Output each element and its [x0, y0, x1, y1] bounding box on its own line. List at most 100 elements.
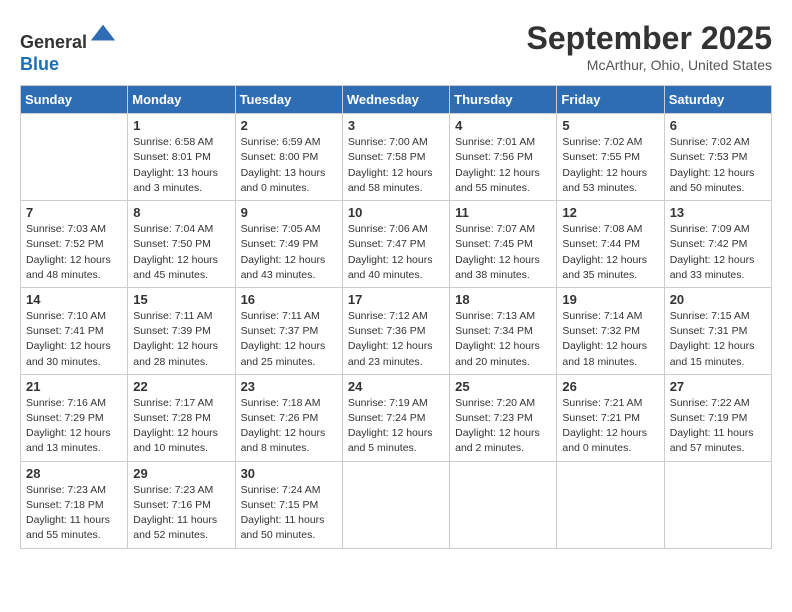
calendar-cell: 3 Sunrise: 7:00 AM Sunset: 7:58 PM Daylig… [342, 114, 449, 201]
calendar-week-row: 1 Sunrise: 6:58 AM Sunset: 8:01 PM Daylig… [21, 114, 772, 201]
day-number: 7 [26, 205, 122, 220]
day-info: Sunrise: 7:11 AM Sunset: 7:37 PM Dayligh… [241, 309, 337, 370]
weekday-header: Wednesday [342, 86, 449, 114]
day-number: 21 [26, 379, 122, 394]
calendar-cell: 13Sunrise: 7:09 AM Sunset: 7:42 PM Dayli… [664, 201, 771, 288]
calendar-cell: 5Sunrise: 7:02 AM Sunset: 7:55 PM Daylig… [557, 114, 664, 201]
day-info: Sunrise: 7:10 AM Sunset: 7:41 PM Dayligh… [26, 309, 122, 370]
day-info: Sunrise: 7:05 AM Sunset: 7:49 PM Dayligh… [241, 222, 337, 283]
calendar-cell: 11Sunrise: 7:07 AM Sunset: 7:45 PM Dayli… [450, 201, 557, 288]
day-info: Sunrise: 7:21 AM Sunset: 7:21 PM Dayligh… [562, 396, 658, 457]
day-info: Sunrise: 7:18 AM Sunset: 7:26 PM Dayligh… [241, 396, 337, 457]
day-number: 10 [348, 205, 444, 220]
day-info: Sunrise: 7:15 AM Sunset: 7:31 PM Dayligh… [670, 309, 766, 370]
day-info: Sunrise: 7:12 AM Sunset: 7:36 PM Dayligh… [348, 309, 444, 370]
day-number: 9 [241, 205, 337, 220]
logo-general: General [20, 32, 87, 52]
location: McArthur, Ohio, United States [527, 57, 772, 73]
calendar-cell: 21 Sunrise: 7:16 AM Sunset: 7:29 PM Dayli… [21, 374, 128, 461]
day-number: 19 [562, 292, 658, 307]
calendar-cell: 23 Sunrise: 7:18 AM Sunset: 7:26 PM Dayli… [235, 374, 342, 461]
day-number: 1 [133, 118, 229, 133]
calendar-cell: 19 Sunrise: 7:14 AM Sunset: 7:32 PM Dayli… [557, 287, 664, 374]
day-info: Sunrise: 7:01 AM Sunset: 7:56 PM Dayligh… [455, 135, 551, 196]
calendar-cell: 9 Sunrise: 7:05 AM Sunset: 7:49 PM Daylig… [235, 201, 342, 288]
calendar-cell: 18 Sunrise: 7:13 AM Sunset: 7:34 PM Dayli… [450, 287, 557, 374]
day-number: 15 [133, 292, 229, 307]
calendar-cell: 1 Sunrise: 6:58 AM Sunset: 8:01 PM Daylig… [128, 114, 235, 201]
calendar-cell: 14 Sunrise: 7:10 AM Sunset: 7:41 PM Dayli… [21, 287, 128, 374]
calendar-cell: 6Sunrise: 7:02 AM Sunset: 7:53 PM Daylig… [664, 114, 771, 201]
day-info: Sunrise: 7:16 AM Sunset: 7:29 PM Dayligh… [26, 396, 122, 457]
day-number: 29 [133, 466, 229, 481]
day-info: Sunrise: 7:22 AM Sunset: 7:19 PM Dayligh… [670, 396, 766, 457]
calendar-cell: 16 Sunrise: 7:11 AM Sunset: 7:37 PM Dayli… [235, 287, 342, 374]
day-number: 6 [670, 118, 766, 133]
calendar-cell: 29 Sunrise: 7:23 AM Sunset: 7:16 PM Dayli… [128, 461, 235, 548]
logo: General Blue [20, 20, 117, 75]
calendar-cell: 7 Sunrise: 7:03 AM Sunset: 7:52 PM Daylig… [21, 201, 128, 288]
day-info: Sunrise: 7:00 AM Sunset: 7:58 PM Dayligh… [348, 135, 444, 196]
calendar-cell: 12Sunrise: 7:08 AM Sunset: 7:44 PM Dayli… [557, 201, 664, 288]
day-number: 11 [455, 205, 551, 220]
calendar-week-row: 7 Sunrise: 7:03 AM Sunset: 7:52 PM Daylig… [21, 201, 772, 288]
day-info: Sunrise: 6:59 AM Sunset: 8:00 PM Dayligh… [241, 135, 337, 196]
day-info: Sunrise: 7:17 AM Sunset: 7:28 PM Dayligh… [133, 396, 229, 457]
day-number: 24 [348, 379, 444, 394]
calendar-cell [342, 461, 449, 548]
day-info: Sunrise: 7:04 AM Sunset: 7:50 PM Dayligh… [133, 222, 229, 283]
day-number: 26 [562, 379, 658, 394]
calendar-cell [450, 461, 557, 548]
calendar-cell: 25Sunrise: 7:20 AM Sunset: 7:23 PM Dayli… [450, 374, 557, 461]
calendar-cell: 28 Sunrise: 7:23 AM Sunset: 7:18 PM Dayli… [21, 461, 128, 548]
day-number: 3 [348, 118, 444, 133]
calendar-cell: 17Sunrise: 7:12 AM Sunset: 7:36 PM Dayli… [342, 287, 449, 374]
calendar-cell: 22 Sunrise: 7:17 AM Sunset: 7:28 PM Dayli… [128, 374, 235, 461]
day-number: 22 [133, 379, 229, 394]
day-info: Sunrise: 7:02 AM Sunset: 7:55 PM Dayligh… [562, 135, 658, 196]
day-number: 16 [241, 292, 337, 307]
day-number: 30 [241, 466, 337, 481]
calendar-cell: 2 Sunrise: 6:59 AM Sunset: 8:00 PM Daylig… [235, 114, 342, 201]
day-number: 20 [670, 292, 766, 307]
day-info: Sunrise: 7:06 AM Sunset: 7:47 PM Dayligh… [348, 222, 444, 283]
calendar-cell: 4Sunrise: 7:01 AM Sunset: 7:56 PM Daylig… [450, 114, 557, 201]
day-info: Sunrise: 7:20 AM Sunset: 7:23 PM Dayligh… [455, 396, 551, 457]
day-info: Sunrise: 7:13 AM Sunset: 7:34 PM Dayligh… [455, 309, 551, 370]
title-block: September 2025 McArthur, Ohio, United St… [527, 20, 772, 73]
day-info: Sunrise: 7:19 AM Sunset: 7:24 PM Dayligh… [348, 396, 444, 457]
calendar-cell [664, 461, 771, 548]
calendar-cell: 8 Sunrise: 7:04 AM Sunset: 7:50 PM Daylig… [128, 201, 235, 288]
day-number: 8 [133, 205, 229, 220]
day-info: Sunrise: 7:08 AM Sunset: 7:44 PM Dayligh… [562, 222, 658, 283]
weekday-header: Saturday [664, 86, 771, 114]
day-number: 28 [26, 466, 122, 481]
day-number: 14 [26, 292, 122, 307]
day-info: Sunrise: 7:23 AM Sunset: 7:18 PM Dayligh… [26, 483, 122, 544]
calendar-week-row: 21 Sunrise: 7:16 AM Sunset: 7:29 PM Dayli… [21, 374, 772, 461]
day-info: Sunrise: 7:23 AM Sunset: 7:16 PM Dayligh… [133, 483, 229, 544]
calendar-week-row: 28 Sunrise: 7:23 AM Sunset: 7:18 PM Dayli… [21, 461, 772, 548]
month-title: September 2025 [527, 20, 772, 57]
calendar-cell: 26 Sunrise: 7:21 AM Sunset: 7:21 PM Dayli… [557, 374, 664, 461]
calendar-week-row: 14 Sunrise: 7:10 AM Sunset: 7:41 PM Dayli… [21, 287, 772, 374]
day-info: Sunrise: 7:14 AM Sunset: 7:32 PM Dayligh… [562, 309, 658, 370]
day-number: 13 [670, 205, 766, 220]
day-info: Sunrise: 6:58 AM Sunset: 8:01 PM Dayligh… [133, 135, 229, 196]
calendar-table: SundayMondayTuesdayWednesdayThursdayFrid… [20, 85, 772, 548]
weekday-header: Sunday [21, 86, 128, 114]
calendar-cell [21, 114, 128, 201]
day-info: Sunrise: 7:11 AM Sunset: 7:39 PM Dayligh… [133, 309, 229, 370]
weekday-header-row: SundayMondayTuesdayWednesdayThursdayFrid… [21, 86, 772, 114]
calendar-cell: 20 Sunrise: 7:15 AM Sunset: 7:31 PM Dayli… [664, 287, 771, 374]
day-number: 2 [241, 118, 337, 133]
calendar-cell: 10 Sunrise: 7:06 AM Sunset: 7:47 PM Dayli… [342, 201, 449, 288]
day-number: 27 [670, 379, 766, 394]
logo-blue: Blue [20, 54, 59, 74]
weekday-header: Friday [557, 86, 664, 114]
day-number: 23 [241, 379, 337, 394]
calendar-cell: 27 Sunrise: 7:22 AM Sunset: 7:19 PM Dayli… [664, 374, 771, 461]
day-info: Sunrise: 7:03 AM Sunset: 7:52 PM Dayligh… [26, 222, 122, 283]
day-number: 18 [455, 292, 551, 307]
calendar-cell: 15 Sunrise: 7:11 AM Sunset: 7:39 PM Dayli… [128, 287, 235, 374]
